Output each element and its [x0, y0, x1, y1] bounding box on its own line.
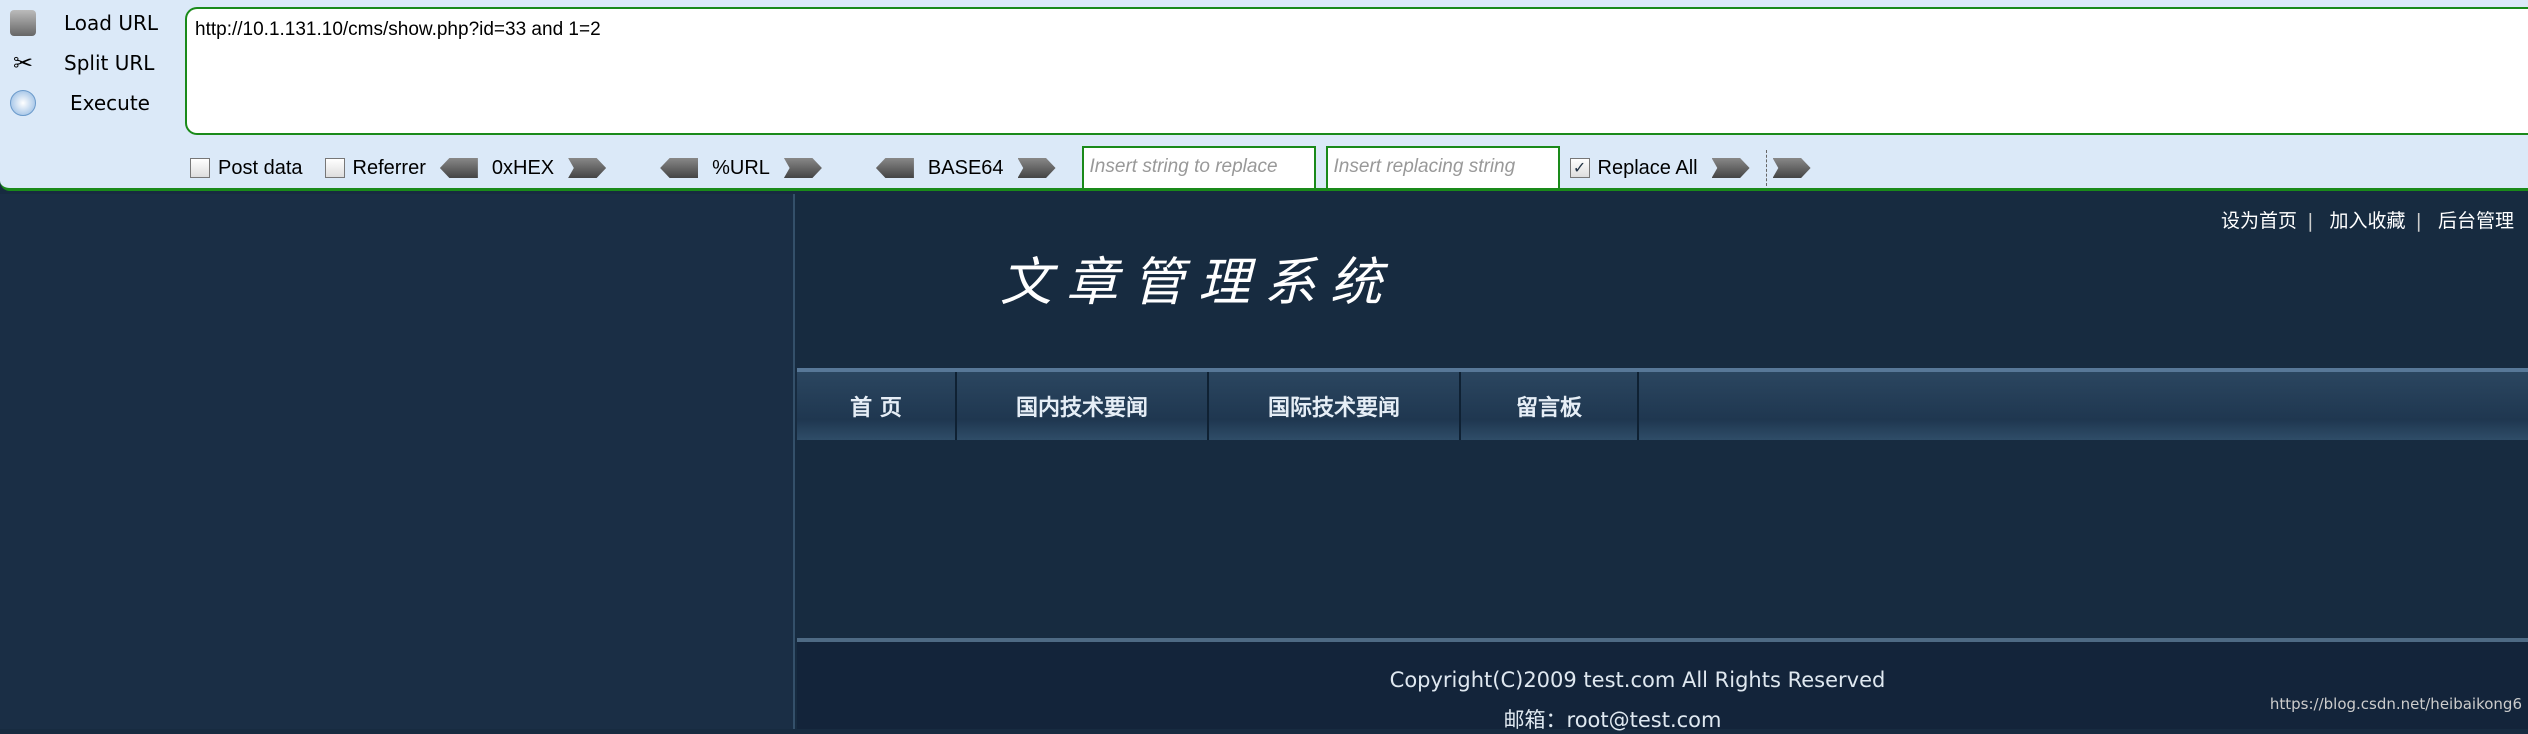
- set-homepage-link[interactable]: 设为首页: [2221, 210, 2297, 232]
- base64-decode-arrow-icon[interactable]: [875, 158, 914, 178]
- url-encode-arrow-icon[interactable]: [783, 158, 822, 178]
- email-text: 邮箱：root@test.com: [1503, 708, 1722, 732]
- find-string-input[interactable]: Insert string to replace: [1081, 146, 1316, 190]
- replace-string-input[interactable]: Insert replacing string: [1325, 146, 1560, 190]
- site-title: 文章管理系统: [1000, 253, 1397, 313]
- replace-arrow-icon[interactable]: [1711, 158, 1750, 178]
- nav-guestbook[interactable]: 留言板: [1461, 372, 1639, 440]
- url-textarea[interactable]: http://10.1.131.10/cms/show.php?id=33 an…: [185, 7, 2528, 135]
- hex-encode-arrow-icon[interactable]: [568, 158, 607, 178]
- separator: [1765, 150, 1767, 186]
- referrer-checkbox[interactable]: [324, 158, 345, 178]
- watermark: https://blog.csdn.net/heibaikong6: [2269, 695, 2522, 713]
- referrer-label: Referrer: [352, 156, 426, 179]
- scissors-icon: ✂: [12, 49, 34, 77]
- nav-home[interactable]: 首 页: [797, 372, 957, 440]
- post-data-label: Post data: [218, 156, 303, 179]
- hex-decode-arrow-icon[interactable]: [439, 158, 478, 178]
- hex-label: 0xHEX: [491, 156, 555, 179]
- main-nav: 首 页 国内技术要闻 国际技术要闻 留言板: [797, 368, 2528, 440]
- replace-all-checkbox[interactable]: ✓: [1569, 158, 1590, 178]
- execute-button[interactable]: Execute: [10, 90, 150, 116]
- play-icon: [10, 90, 36, 116]
- hackbar-toolbar: Load URL ✂ Split URL Execute http://10.1…: [0, 0, 2528, 191]
- admin-link[interactable]: 后台管理: [2438, 210, 2514, 232]
- split-url-button[interactable]: ✂ Split URL: [10, 50, 154, 76]
- base64-label: BASE64: [927, 156, 1004, 179]
- copyright-text: Copyright(C)2009 test.com All Rights Res…: [1389, 668, 1886, 692]
- top-links: 设为首页 | 加入收藏 | 后台管理: [2221, 210, 2514, 232]
- left-frame: [0, 194, 795, 729]
- load-url-button[interactable]: Load URL: [10, 10, 158, 36]
- add-favorite-link[interactable]: 加入收藏: [2330, 210, 2406, 232]
- next-arrow-icon[interactable]: [1772, 158, 1811, 178]
- base64-encode-arrow-icon[interactable]: [1017, 158, 1056, 178]
- urlenc-label: %URL: [712, 156, 770, 179]
- footer: Copyright(C)2009 test.com All Rights Res…: [797, 638, 2528, 732]
- nav-domestic-news[interactable]: 国内技术要闻: [957, 372, 1209, 440]
- post-data-checkbox[interactable]: [190, 158, 210, 178]
- load-url-icon: [10, 10, 36, 36]
- replace-all-label: Replace All: [1597, 156, 1698, 179]
- nav-international-news[interactable]: 国际技术要闻: [1209, 372, 1461, 440]
- url-decode-arrow-icon[interactable]: [660, 158, 699, 178]
